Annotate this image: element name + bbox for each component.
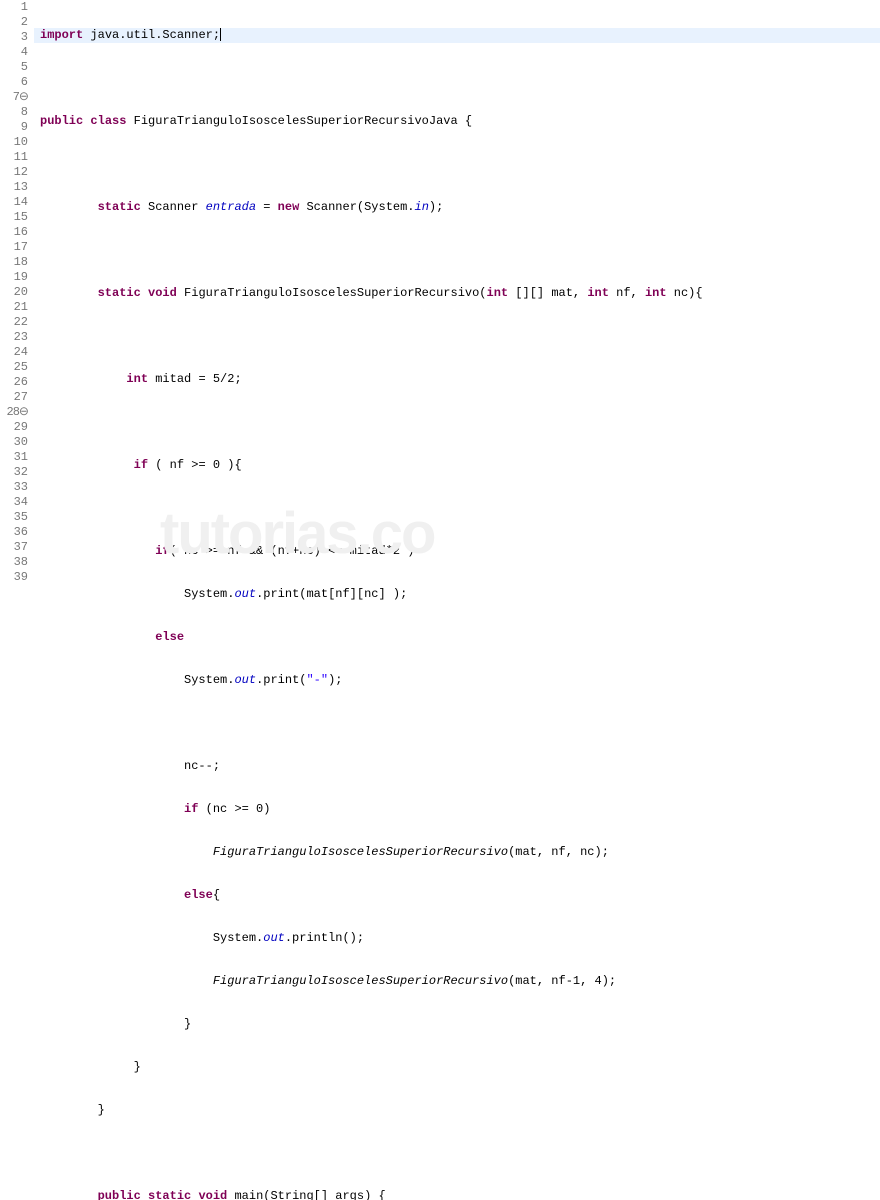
line-number: 34 [0,495,28,510]
line-number: 20 [0,285,28,300]
line-number: 4 [0,45,28,60]
code-line[interactable] [34,329,880,344]
line-number: 25 [0,360,28,375]
line-number: 16 [0,225,28,240]
code-line[interactable] [34,501,880,516]
code-line[interactable]: } [34,1060,880,1075]
line-number: 24 [0,345,28,360]
line-number-gutter: 1234567⊖89101112131415161718192021222324… [0,0,34,1200]
line-number: 21 [0,300,28,315]
code-line[interactable]: System.out.println(); [34,931,880,946]
code-area[interactable]: import java.util.Scanner; public class F… [34,0,880,1200]
line-number: 11 [0,150,28,165]
line-number: 37 [0,540,28,555]
line-number: 28⊖ [0,405,28,420]
line-number: 7⊖ [0,90,28,105]
line-number: 19 [0,270,28,285]
code-line[interactable]: public static void main(String[] args) { [34,1189,880,1200]
line-number: 6 [0,75,28,90]
line-number: 18 [0,255,28,270]
line-number: 22 [0,315,28,330]
line-number: 9 [0,120,28,135]
code-line[interactable] [34,1146,880,1161]
line-number: 10 [0,135,28,150]
text-cursor [220,28,221,41]
line-number: 30 [0,435,28,450]
line-number: 26 [0,375,28,390]
line-number: 35 [0,510,28,525]
code-line[interactable]: FiguraTrianguloIsoscelesSuperiorRecursiv… [34,974,880,989]
line-number: 23 [0,330,28,345]
code-line[interactable]: FiguraTrianguloIsoscelesSuperiorRecursiv… [34,845,880,860]
line-number: 36 [0,525,28,540]
code-line[interactable]: System.out.print("-"); [34,673,880,688]
code-line[interactable]: } [34,1103,880,1118]
code-line[interactable]: int mitad = 5/2; [34,372,880,387]
code-line[interactable] [34,716,880,731]
code-line[interactable]: if (nc >= 0) [34,802,880,817]
code-line[interactable]: if( nc >= nf && (nf+nc) <= mitad*2 ) [34,544,880,559]
line-number: 8 [0,105,28,120]
line-number: 27 [0,390,28,405]
code-line[interactable]: if ( nf >= 0 ){ [34,458,880,473]
line-number: 2 [0,15,28,30]
line-number: 5 [0,60,28,75]
code-line[interactable] [34,71,880,86]
line-number: 1 [0,0,28,15]
code-line[interactable]: else{ [34,888,880,903]
line-number: 31 [0,450,28,465]
code-line[interactable]: import java.util.Scanner; [34,28,880,43]
code-line[interactable]: static Scanner entrada = new Scanner(Sys… [34,200,880,215]
line-number: 39 [0,570,28,585]
line-number: 29 [0,420,28,435]
code-line[interactable] [34,157,880,172]
line-number: 17 [0,240,28,255]
line-number: 14 [0,195,28,210]
code-line[interactable]: } [34,1017,880,1032]
line-number: 32 [0,465,28,480]
line-number: 3 [0,30,28,45]
code-line[interactable] [34,415,880,430]
code-line[interactable]: nc--; [34,759,880,774]
line-number: 38 [0,555,28,570]
line-number: 15 [0,210,28,225]
code-line[interactable]: else [34,630,880,645]
line-number: 12 [0,165,28,180]
code-line[interactable]: public class FiguraTrianguloIsoscelesSup… [34,114,880,129]
line-number: 13 [0,180,28,195]
code-line[interactable]: static void FiguraTrianguloIsoscelesSupe… [34,286,880,301]
line-number: 33 [0,480,28,495]
code-editor[interactable]: 1234567⊖89101112131415161718192021222324… [0,0,880,1200]
code-line[interactable] [34,243,880,258]
